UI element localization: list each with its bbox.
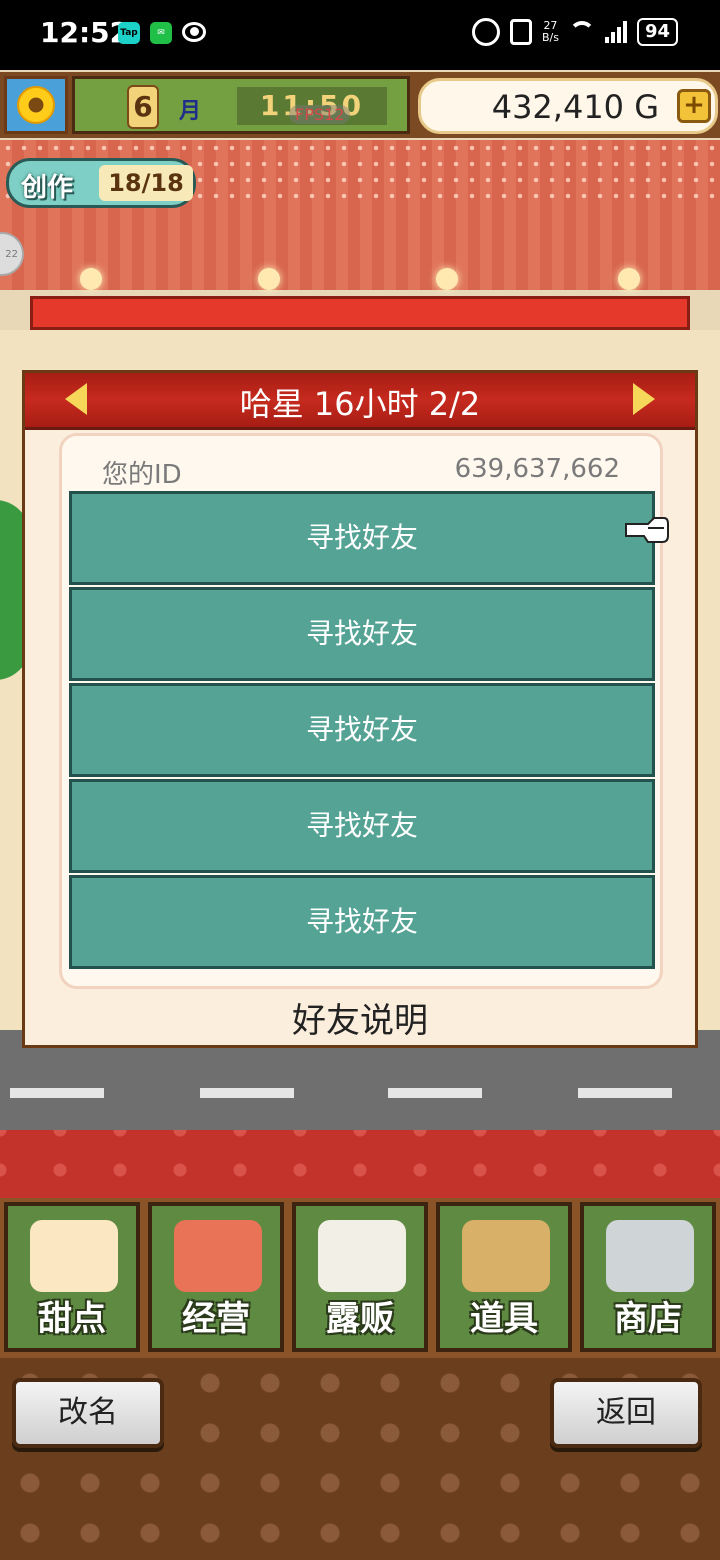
menu-label: 露贩 — [326, 1299, 394, 1339]
menu-label: 经营 — [182, 1299, 250, 1339]
craft-counter[interactable]: 创作 18/18 — [6, 158, 196, 208]
vibrate-icon — [509, 19, 532, 45]
season-icon-box[interactable] — [4, 76, 68, 134]
signal-icon — [604, 21, 627, 43]
menu-store[interactable]: 商店 — [580, 1202, 716, 1352]
lamp-icon — [258, 268, 280, 290]
wechat-icon: ✉ — [150, 22, 172, 44]
road-marking — [200, 1088, 294, 1098]
dialog-header: 哈星 16小时 2/2 — [25, 373, 695, 430]
road-marking — [578, 1088, 672, 1098]
menu-dessert[interactable]: 甜点 — [4, 1202, 140, 1352]
friend-help-link[interactable]: 好友说明 — [25, 993, 695, 1042]
status-bar: 12:52 Tap ✉ 27 B/s 94 — [0, 0, 720, 70]
money-panel: 432,410 G + — [418, 78, 718, 134]
battery-indicator: 94 — [636, 18, 678, 46]
network-speed: 27 B/s — [541, 19, 559, 44]
wifi-icon — [568, 21, 595, 43]
find-friend-button[interactable]: 寻找好友 — [69, 683, 655, 777]
shopping-cart-icon — [606, 1220, 694, 1292]
lamp-icon — [618, 268, 640, 290]
dialog-title: 哈星 16小时 2/2 — [239, 385, 481, 423]
craft-count: 18/18 — [99, 165, 193, 201]
shop-sign-bar — [30, 296, 690, 330]
status-time: 12:52 — [40, 16, 130, 49]
cake-icon — [30, 1220, 118, 1292]
menu-label: 道具 — [470, 1299, 538, 1339]
pointing-hand-icon — [625, 517, 669, 543]
notification-icons: Tap ✉ — [118, 22, 206, 44]
fps-counter: FPS12 — [289, 105, 351, 124]
month-number: 6 — [127, 85, 159, 129]
find-friend-button[interactable]: 寻找好友 — [69, 779, 655, 873]
road-marking — [388, 1088, 482, 1098]
month-label: 月 — [179, 99, 202, 124]
rename-button[interactable]: 改名 — [12, 1378, 164, 1448]
money-amount: 432,410 G — [491, 88, 659, 126]
sunflower-icon — [17, 86, 55, 124]
road-marking — [10, 1088, 104, 1098]
date-time-panel: 6 月 11:50 FPS12 — [72, 76, 410, 134]
alarm-icon — [471, 18, 500, 46]
gear-bag-icon — [462, 1220, 550, 1292]
back-button[interactable]: 返回 — [550, 1378, 702, 1448]
menu-food-truck[interactable]: 露贩 — [292, 1202, 428, 1352]
lamp-icon — [436, 268, 458, 290]
menu-items[interactable]: 道具 — [436, 1202, 572, 1352]
shop-building-icon — [174, 1220, 262, 1292]
next-arrow-icon[interactable] — [633, 383, 655, 415]
add-money-button[interactable]: + — [677, 89, 711, 123]
find-friend-button[interactable]: 寻找好友 — [69, 875, 655, 969]
craft-label: 创作 — [21, 173, 74, 203]
taptap-icon: Tap — [118, 22, 140, 44]
game-screen: 12:52 Tap ✉ 27 B/s 94 6 月 11:50 FPS12 43… — [0, 0, 720, 1560]
lamp-icon — [80, 268, 102, 290]
user-id-value: 639,637,662 — [454, 454, 620, 484]
find-friend-button[interactable]: 寻找好友 — [69, 587, 655, 681]
find-friend-button[interactable]: 寻找好友 — [69, 491, 655, 585]
eye-icon — [182, 22, 206, 42]
food-truck-icon — [318, 1220, 406, 1292]
user-id-row: 您的ID 639,637,662 — [102, 454, 620, 490]
friend-dialog: 哈星 16小时 2/2 您的ID 639,637,662 寻找好友 寻找好友 寻… — [22, 370, 698, 1048]
menu-label: 甜点 — [38, 1299, 106, 1339]
menu-manage[interactable]: 经营 — [148, 1202, 284, 1352]
menu-label: 商店 — [614, 1299, 682, 1339]
red-carpet — [0, 1130, 720, 1200]
status-right: 27 B/s 94 — [471, 18, 678, 46]
user-id-label: 您的ID — [102, 460, 182, 490]
